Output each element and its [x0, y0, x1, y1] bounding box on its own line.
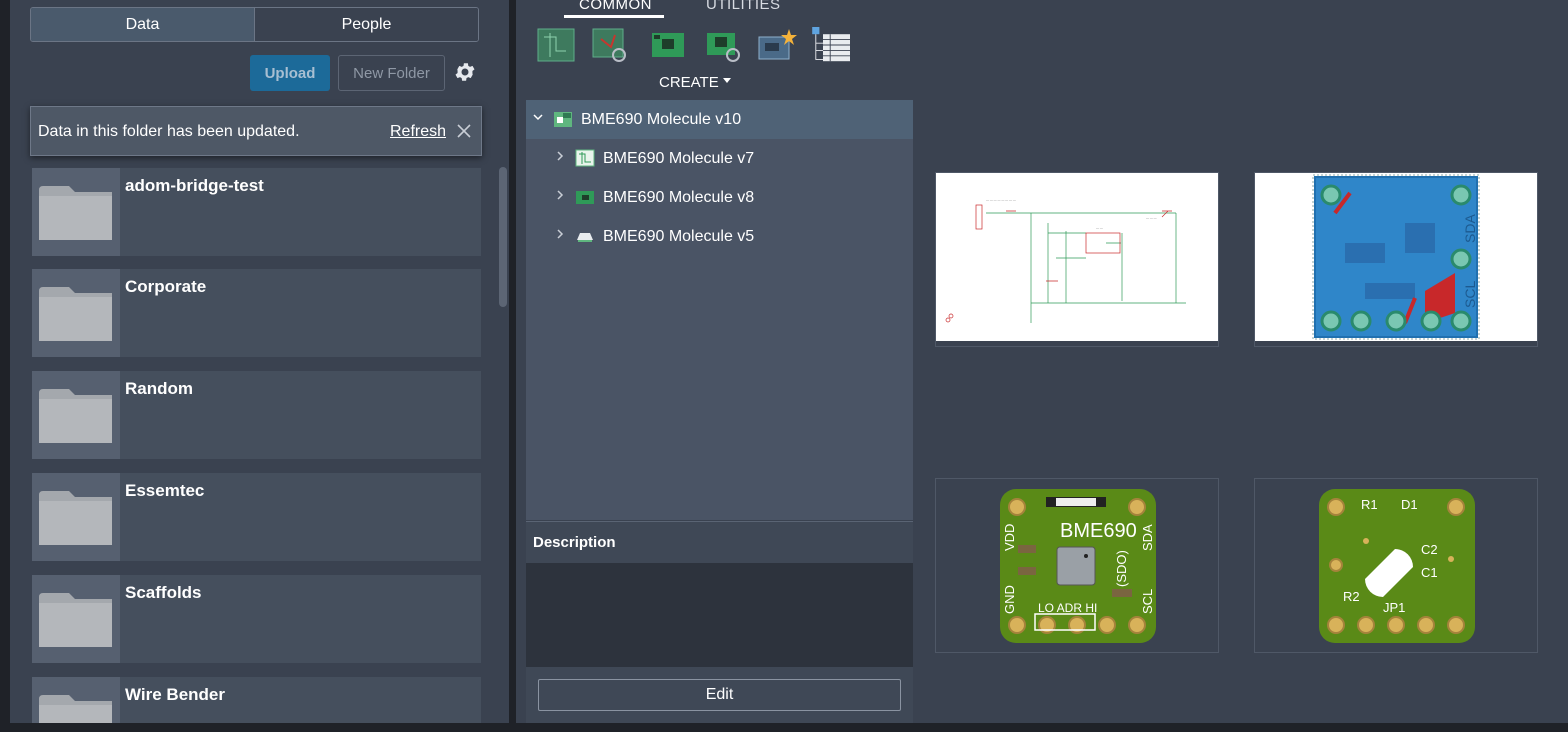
sdo-label: (SDO) [1114, 550, 1129, 587]
d1-label: D1 [1401, 497, 1418, 512]
folder-item[interactable]: Wire Bender [32, 677, 481, 723]
tree-item[interactable]: BME690 Molecule v7 [526, 139, 913, 178]
caret-down-icon [722, 78, 731, 83]
folder-name: adom-bridge-test [125, 176, 264, 195]
sda-label: SDA [1462, 214, 1478, 243]
electronics-design-icon [554, 112, 572, 127]
link-schematic-icon[interactable] [591, 27, 631, 63]
new-board-icon[interactable] [648, 27, 688, 63]
scl-label: SCL [1140, 589, 1155, 614]
folder-icon [32, 269, 120, 357]
data-panel: Data People Upload New Folder Data in th… [10, 0, 509, 723]
description-header: Description [526, 521, 913, 563]
svg-text:— — — — — — — —: — — — — — — — — [986, 198, 1016, 202]
notice-message: Data in this folder has been updated. [38, 123, 300, 140]
tree-item-label: BME690 Molecule v10 [581, 111, 742, 128]
folder-item[interactable]: Scaffolds [32, 575, 481, 663]
r2-label: R2 [1343, 589, 1360, 604]
board2-3d-render: R1 D1 C2 C1 R2 JP1 [1319, 489, 1475, 643]
schematic-drawing: — — — — — — — — — — — — — [945, 198, 1186, 323]
close-icon[interactable] [456, 123, 472, 139]
address-label: LO ADR HI [1038, 601, 1097, 615]
folder-item[interactable]: Essemtec [32, 473, 481, 561]
board-3d-render: BME690 VDD GND SDA SCL (SDO) LO ADR HI [1000, 489, 1156, 643]
board-3d-preview[interactable]: BME690 VDD GND SDA SCL (SDO) LO ADR HI [935, 478, 1219, 653]
tab-common[interactable]: COMMON [579, 0, 652, 13]
app-window: Data People Upload New Folder Data in th… [0, 0, 1568, 732]
tab-people[interactable]: People [255, 8, 478, 41]
gear-icon[interactable] [453, 60, 477, 84]
preview-area: — — — — — — — — — — — — — SDA SCL BME690… [913, 0, 1568, 723]
refresh-link[interactable]: Refresh [390, 123, 446, 141]
r1-label: R1 [1361, 497, 1378, 512]
folder-icon [32, 575, 120, 663]
edit-button[interactable]: Edit [538, 679, 901, 711]
folder-item[interactable]: Random [32, 371, 481, 459]
folder-updated-notice: Data in this folder has been updated. Re… [30, 106, 482, 156]
active-tab-indicator [564, 15, 664, 18]
vdd-label: VDD [1002, 524, 1017, 551]
board-layout-preview[interactable]: SDA SCL [1254, 172, 1538, 347]
tree-item-label: BME690 Molecule v7 [603, 150, 755, 167]
new-design-icon[interactable] [757, 27, 797, 63]
c2-label: C2 [1421, 542, 1438, 557]
board2-3d-preview[interactable]: R1 D1 C2 C1 R2 JP1 [1254, 478, 1538, 653]
schematic-icon [575, 149, 595, 167]
folder-item[interactable]: Corporate [32, 269, 481, 357]
new-schematic-icon[interactable] [536, 27, 576, 63]
c1-label: C1 [1421, 565, 1438, 580]
board-title: BME690 [1060, 520, 1137, 542]
tree-item[interactable]: BME690 Molecule v5 [526, 217, 913, 256]
gnd-label: GND [1002, 585, 1017, 614]
folder-icon [32, 168, 120, 256]
folder-icon [32, 371, 120, 459]
svg-text:— — —: — — — [1146, 216, 1157, 220]
board-layout-drawing: SDA SCL [1312, 174, 1480, 340]
chevron-right-icon[interactable] [555, 229, 565, 239]
tree-item-label: BME690 Molecule v8 [603, 189, 755, 206]
folder-name: Scaffolds [125, 583, 202, 602]
sda-label: SDA [1140, 524, 1155, 551]
folder-name: Random [125, 379, 193, 398]
package-icon [577, 233, 593, 242]
folder-name: Wire Bender [125, 685, 225, 704]
edit-footer: Edit [526, 667, 913, 723]
chevron-right-icon[interactable] [555, 151, 565, 161]
description-label: Description [533, 534, 616, 551]
upload-button[interactable]: Upload [250, 55, 330, 91]
schematic-preview[interactable]: — — — — — — — — — — — — — [935, 172, 1219, 347]
chevron-down-icon[interactable] [533, 112, 543, 122]
chevron-right-icon[interactable] [555, 190, 565, 200]
description-field[interactable] [526, 563, 913, 667]
jp1-label: JP1 [1383, 600, 1405, 615]
data-people-toggle: Data People [30, 7, 479, 42]
tab-data[interactable]: Data [31, 8, 255, 41]
tree-item[interactable]: BME690 Molecule v10 [526, 100, 913, 139]
bom-table-icon[interactable] [812, 27, 852, 63]
pcb-board-icon [576, 191, 594, 204]
folder-name: Essemtec [125, 481, 205, 500]
folder-name: Corporate [125, 277, 207, 296]
folder-item[interactable]: adom-bridge-test [32, 168, 481, 256]
version-tree: BME690 Molecule v10 BME690 Molecule v7 B… [526, 100, 913, 520]
tree-item[interactable]: BME690 Molecule v8 [526, 178, 913, 217]
new-folder-button[interactable]: New Folder [338, 55, 445, 91]
create-menu[interactable]: CREATE [659, 74, 731, 91]
svg-text:— —: — — [1096, 226, 1103, 230]
folder-list-scrollbar[interactable] [499, 167, 507, 307]
folder-icon [32, 473, 120, 561]
tab-utilities[interactable]: UTILITIES [706, 0, 781, 13]
create-label: CREATE [659, 74, 719, 91]
link-board-icon[interactable] [703, 27, 743, 63]
scl-label: SCL [1462, 281, 1478, 308]
folder-icon [32, 677, 120, 723]
tree-item-label: BME690 Molecule v5 [603, 228, 755, 245]
